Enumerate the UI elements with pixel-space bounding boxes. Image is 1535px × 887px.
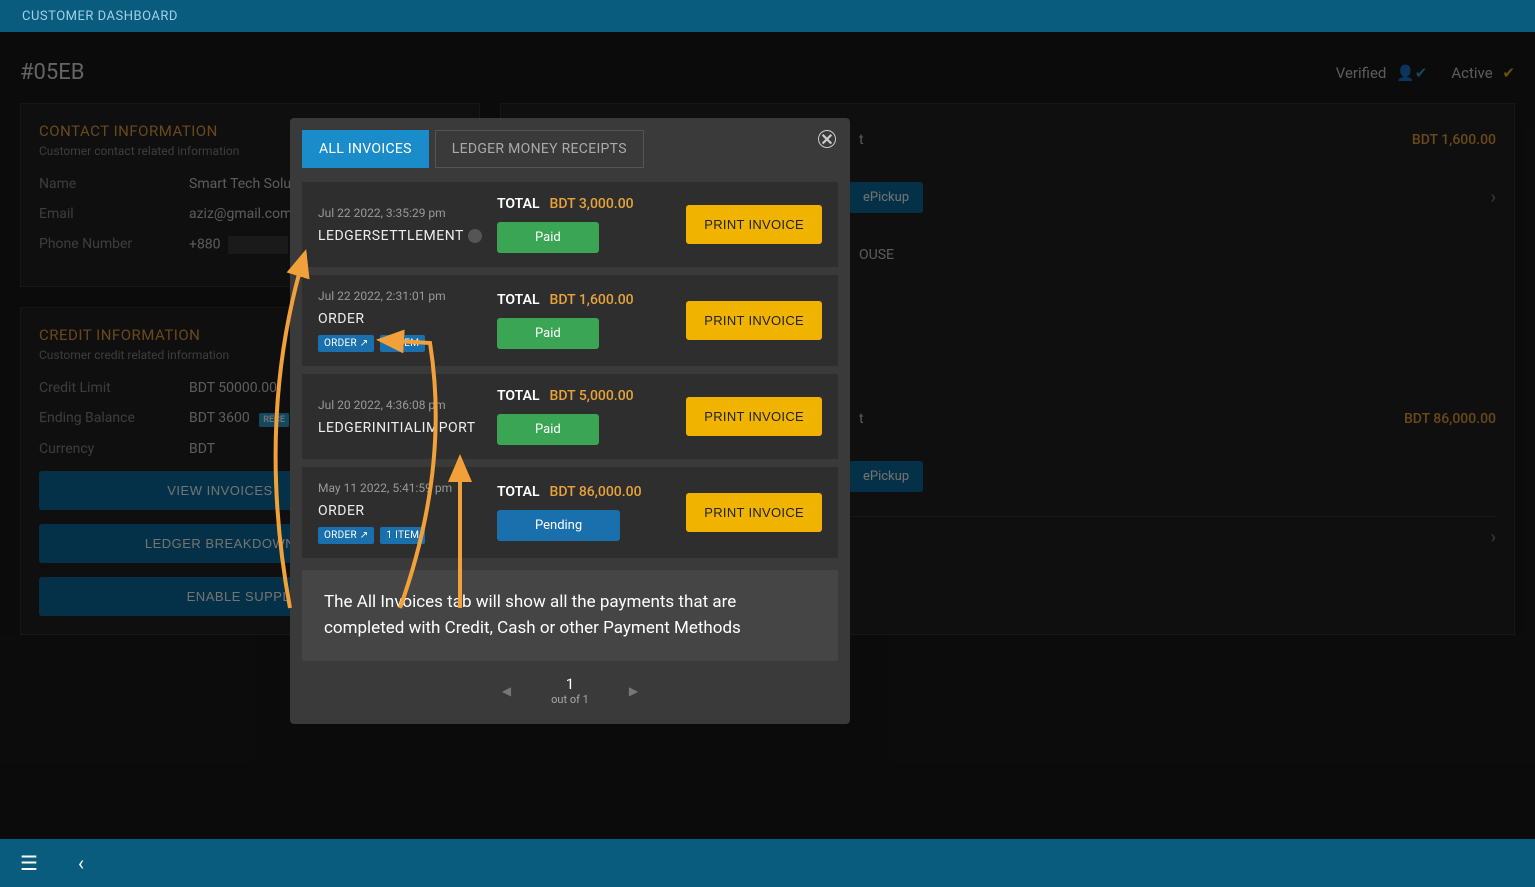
invoice-list: Jul 22 2022, 3:35:29 pm LEDGERSETTLEMENT T… bbox=[302, 182, 838, 558]
invoice-item: May 11 2022, 5:41:59 pm ORDER ORDER ↗ 1 ITE… bbox=[302, 467, 838, 558]
invoice-item: Jul 20 2022, 4:36:08 pm LEDGERINITIALIMPO… bbox=[302, 374, 838, 459]
invoice-status: Paid bbox=[497, 414, 599, 445]
invoice-badge[interactable]: ORDER ↗ bbox=[318, 527, 374, 544]
bottom-bar: ☰ ‹ bbox=[0, 839, 1535, 887]
close-icon[interactable]: ✕ bbox=[818, 130, 836, 148]
invoice-type: ORDER bbox=[318, 503, 483, 519]
print-invoice-button[interactable]: PRINT INVOICE bbox=[686, 493, 822, 532]
invoice-date: Jul 22 2022, 3:35:29 pm bbox=[318, 206, 483, 220]
print-invoice-button[interactable]: PRINT INVOICE bbox=[686, 301, 822, 340]
menu-icon[interactable]: ☰ bbox=[20, 851, 38, 875]
invoice-total-value: BDT 3,000.00 bbox=[550, 196, 634, 212]
pager: ◀ 1 out of 1 ▶ bbox=[302, 661, 838, 712]
invoice-type: LEDGERSETTLEMENT bbox=[318, 228, 483, 244]
print-invoice-button[interactable]: PRINT INVOICE bbox=[686, 205, 822, 244]
pager-page: 1 bbox=[551, 675, 589, 693]
invoice-date: Jul 20 2022, 4:36:08 pm bbox=[318, 398, 483, 412]
tab-all-invoices[interactable]: ALL INVOICES bbox=[302, 130, 429, 168]
invoice-badge[interactable]: 1 ITEM bbox=[380, 527, 425, 544]
invoice-status: Paid bbox=[497, 318, 599, 349]
pager-total: out of 1 bbox=[551, 693, 589, 706]
modal-tabs: ALL INVOICES LEDGER MONEY RECEIPTS bbox=[302, 130, 838, 168]
invoice-total-label: TOTAL bbox=[497, 196, 540, 212]
print-invoice-button[interactable]: PRINT INVOICE bbox=[686, 397, 822, 436]
invoice-status: Pending bbox=[497, 510, 620, 541]
pager-next-icon[interactable]: ▶ bbox=[629, 684, 638, 698]
invoice-total-value: BDT 86,000.00 bbox=[550, 484, 642, 500]
invoice-total-label: TOTAL bbox=[497, 484, 540, 500]
tab-ledger-receipts[interactable]: LEDGER MONEY RECEIPTS bbox=[435, 130, 644, 168]
invoice-date: May 11 2022, 5:41:59 pm bbox=[318, 481, 483, 495]
info-icon[interactable] bbox=[468, 229, 482, 243]
invoice-type: LEDGERINITIALIMPORT bbox=[318, 420, 483, 436]
back-icon[interactable]: ‹ bbox=[78, 851, 84, 875]
top-bar-title: CUSTOMER DASHBOARD bbox=[22, 9, 178, 24]
invoice-status: Paid bbox=[497, 222, 599, 253]
invoice-badge[interactable]: 1 ITEM bbox=[380, 335, 425, 352]
invoice-item: Jul 22 2022, 3:35:29 pm LEDGERSETTLEMENT T… bbox=[302, 182, 838, 267]
invoice-type: ORDER bbox=[318, 311, 483, 327]
invoices-modal: ✕ ALL INVOICES LEDGER MONEY RECEIPTS Jul… bbox=[290, 118, 850, 724]
invoice-total-label: TOTAL bbox=[497, 292, 540, 308]
invoice-total-value: BDT 5,000.00 bbox=[550, 388, 634, 404]
invoice-total-value: BDT 1,600.00 bbox=[550, 292, 634, 308]
pager-prev-icon[interactable]: ◀ bbox=[502, 684, 511, 698]
invoice-total-label: TOTAL bbox=[497, 388, 540, 404]
invoice-item: Jul 22 2022, 2:31:01 pm ORDER ORDER ↗ 1 ITE… bbox=[302, 275, 838, 366]
top-bar: CUSTOMER DASHBOARD bbox=[0, 0, 1535, 32]
annotation-callout: The All Invoices tab will show all the p… bbox=[302, 570, 838, 661]
pager-display: 1 out of 1 bbox=[551, 675, 589, 706]
invoice-badge[interactable]: ORDER ↗ bbox=[318, 335, 374, 352]
invoice-date: Jul 22 2022, 2:31:01 pm bbox=[318, 289, 483, 303]
